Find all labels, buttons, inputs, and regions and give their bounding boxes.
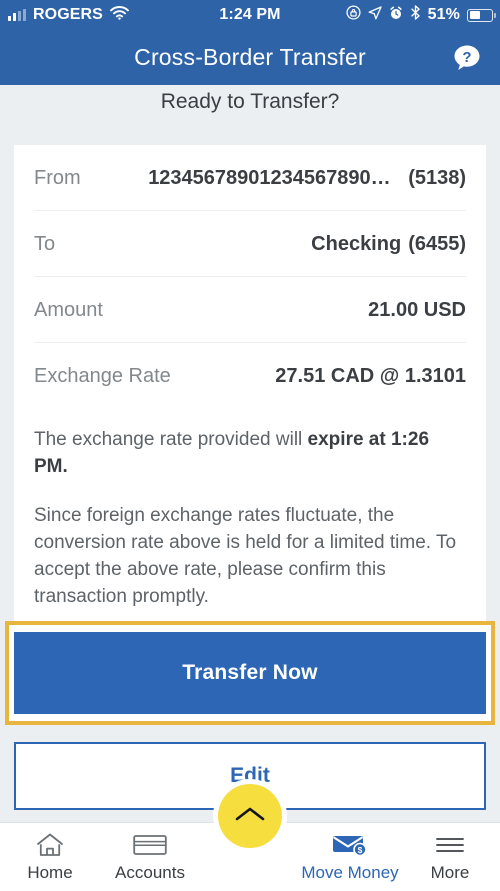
row-label: Exchange Rate <box>34 365 171 387</box>
row-label: From <box>34 167 81 189</box>
help-question-bubble-icon[interactable]: ? <box>450 41 484 75</box>
status-bar: ROGERS 1:24 PM 51% <box>0 0 500 30</box>
envelope-dollar-icon: $ <box>332 832 368 858</box>
rotation-lock-icon <box>346 5 361 25</box>
battery-percent-label: 51% <box>427 6 460 23</box>
row-value: 21.00 USD <box>368 299 466 321</box>
tab-label: More <box>430 862 470 882</box>
chevron-up-icon <box>234 805 266 828</box>
from-account-mask: (5138) <box>408 167 466 189</box>
transfer-summary-card: From 12345678901234567890123 45… (5138) T… <box>14 145 486 636</box>
home-icon <box>36 832 64 858</box>
row-label: To <box>34 233 56 255</box>
rate-expiry-notice: The exchange rate provided will expire a… <box>34 408 466 480</box>
tab-home[interactable]: Home <box>0 823 100 891</box>
app-root: ROGERS 1:24 PM 51% Cross-Border Transfer… <box>0 0 500 891</box>
summary-row-to: To Checking (6455) <box>34 211 466 277</box>
svg-text:$: $ <box>358 845 363 855</box>
tab-move-money[interactable]: $ Move Money <box>300 823 400 891</box>
row-value: 12345678901234567890123 45… (5138) <box>93 167 466 190</box>
svg-text:?: ? <box>462 49 471 66</box>
summary-row-from: From 12345678901234567890123 45… (5138) <box>34 145 466 211</box>
tab-label: Accounts <box>115 862 185 882</box>
navigation-header: Cross-Border Transfer ? <box>0 30 500 85</box>
rate-expiry-lead: The exchange rate provided will <box>34 429 308 450</box>
tab-accounts[interactable]: Accounts <box>100 823 200 891</box>
rate-disclaimer-text: Since foreign exchange rates fluctuate, … <box>34 505 457 607</box>
summary-row-amount: Amount 21.00 USD <box>34 277 466 343</box>
row-label: Amount <box>34 299 103 321</box>
battery-icon <box>467 8 496 22</box>
tab-label: Home <box>27 862 73 882</box>
from-account-number: 12345678901234567890123 45… <box>148 167 401 189</box>
page-title: Cross-Border Transfer <box>134 44 366 70</box>
fab-container <box>213 779 287 853</box>
row-value: Checking (6455) <box>311 233 466 256</box>
status-bar-right: 51% <box>346 5 496 25</box>
to-account-name: Checking <box>311 233 402 255</box>
location-arrow-icon <box>368 5 382 25</box>
section-heading: Ready to Transfer? <box>160 90 340 113</box>
expand-actions-fab[interactable] <box>218 784 282 848</box>
row-value: 27.51 CAD @ 1.3101 <box>275 365 466 387</box>
hamburger-menu-icon <box>435 832 465 858</box>
summary-row-exchange-rate: Exchange Rate 27.51 CAD @ 1.3101 <box>34 343 466 408</box>
bluetooth-icon <box>410 5 421 25</box>
to-account-mask: (6455) <box>408 233 466 255</box>
alarm-clock-icon <box>389 5 403 25</box>
tab-label: Move Money <box>301 862 399 882</box>
tab-more[interactable]: More <box>400 823 500 891</box>
transfer-now-button[interactable]: Transfer Now <box>14 632 486 714</box>
credit-card-icon <box>133 832 167 858</box>
